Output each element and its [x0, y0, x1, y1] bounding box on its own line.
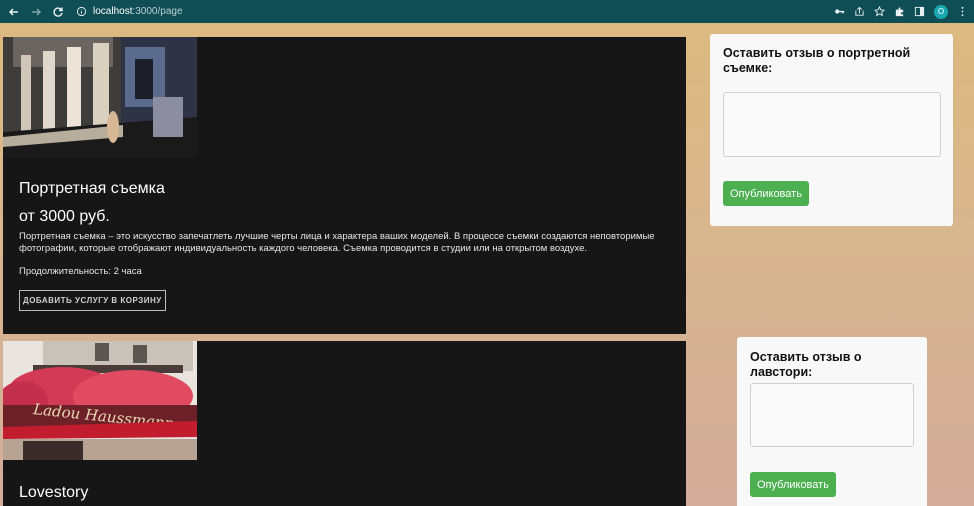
publish-button[interactable]: Опубликовать: [723, 181, 809, 206]
url-host: localhost: [93, 6, 133, 17]
reload-icon[interactable]: [50, 4, 66, 20]
share-icon[interactable]: [854, 6, 865, 17]
service-title: Портретная съемка: [19, 180, 165, 197]
forward-icon[interactable]: [28, 4, 44, 20]
add-to-cart-button[interactable]: ДОБАВИТЬ УСЛУГУ В КОРЗИНУ: [19, 290, 166, 311]
service-price: от 3000 руб.: [19, 208, 110, 225]
page-content: Портретная съемка от 3000 руб. Портретна…: [0, 23, 974, 506]
review-form-lovestory: Оставить отзыв о лавстори: Опубликовать: [737, 337, 927, 506]
review-heading: Оставить отзыв о портретной съемке:: [723, 46, 911, 75]
star-icon[interactable]: [874, 6, 885, 17]
key-icon[interactable]: [834, 6, 845, 17]
service-card-lovestory: Ladou Haussmann Lovestory: [3, 341, 686, 506]
menu-icon[interactable]: [957, 6, 968, 17]
browser-toolbar: localhost:3000/page O: [0, 0, 974, 23]
review-heading: Оставить отзыв о лавстори:: [750, 350, 862, 379]
service-title: Lovestory: [19, 484, 89, 501]
url-path: :3000/page: [132, 6, 183, 17]
lovestory-photo: Ladou Haussmann: [3, 341, 197, 460]
review-form-portrait: Оставить отзыв о портретной съемке: Опуб…: [710, 34, 953, 226]
back-icon[interactable]: [6, 4, 22, 20]
profile-avatar[interactable]: O: [934, 4, 948, 19]
service-card-portrait: Портретная съемка от 3000 руб. Портретна…: [3, 37, 686, 334]
sidepanel-icon[interactable]: [914, 6, 925, 17]
address-bar[interactable]: localhost:3000/page: [76, 6, 183, 17]
service-description: Портретная съемка – это искусство запеча…: [19, 231, 655, 254]
portrait-photo: [3, 37, 197, 157]
extensions-icon[interactable]: [894, 6, 905, 17]
review-textarea[interactable]: [750, 383, 914, 447]
service-duration: Продолжительность: 2 часа: [19, 266, 142, 277]
info-icon[interactable]: [76, 6, 87, 17]
publish-button[interactable]: Опубликовать: [750, 472, 836, 497]
review-textarea[interactable]: [723, 92, 941, 157]
